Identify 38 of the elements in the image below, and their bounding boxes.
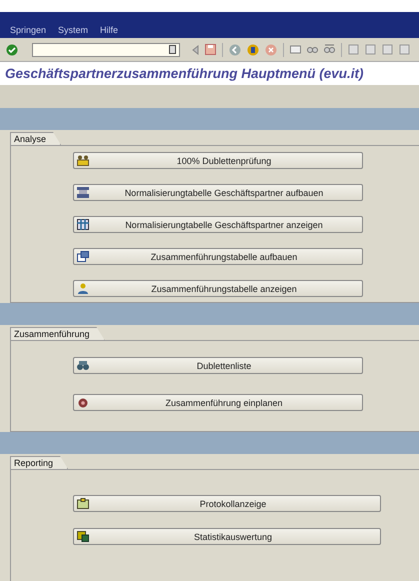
menu-button[interactable]: Normalisierungtabelle Geschäftspartner anzeigen <box>73 216 363 233</box>
command-field[interactable] <box>32 42 180 56</box>
page-icon[interactable] <box>348 44 359 55</box>
people-icon <box>77 155 89 166</box>
back-arrow-icon[interactable] <box>192 44 199 54</box>
find-next-icon[interactable] <box>324 44 335 55</box>
page-icon[interactable] <box>382 44 393 55</box>
back-icon[interactable] <box>229 44 241 56</box>
page-icon[interactable] <box>399 44 410 55</box>
document-icon[interactable] <box>169 45 176 54</box>
menu-item[interactable]: Hilfe <box>100 25 118 35</box>
menu-button[interactable]: Zusammenführung einplanen <box>73 394 363 411</box>
check-icon[interactable] <box>6 44 18 56</box>
menu-button[interactable]: 100% Dublettenprüfung <box>73 152 363 169</box>
save-icon[interactable] <box>205 44 216 55</box>
window-icon <box>77 251 89 262</box>
cancel-icon[interactable] <box>265 44 277 56</box>
menu-button[interactable]: Statistikauswertung <box>73 528 381 545</box>
group-title: Reporting <box>10 456 68 469</box>
menu-button[interactable]: Protokollanzeige <box>73 495 381 512</box>
chart-icon <box>77 531 89 542</box>
print-icon[interactable] <box>290 44 301 55</box>
person-icon <box>77 283 89 294</box>
binoculars-icon <box>77 360 89 371</box>
menu-item[interactable]: Springen <box>10 25 46 35</box>
find-icon[interactable] <box>307 44 318 55</box>
group-title: Zusammenführung <box>10 327 105 340</box>
menu-button[interactable]: Normalisierungtabelle Geschäftspartner aufbauen <box>73 184 363 201</box>
menu-button[interactable]: Zusammenführungstabelle anzeigen <box>73 280 363 297</box>
menu-button[interactable]: Dublettenliste <box>73 357 363 374</box>
menu-button[interactable]: Zusammenführungstabelle aufbauen <box>73 248 363 265</box>
clipboard-icon <box>77 498 89 509</box>
grid-icon <box>77 219 89 230</box>
group-title: Analyse <box>10 132 62 145</box>
menu-item[interactable]: System <box>58 25 88 35</box>
screen-title: Geschäftspartnerzusammenführung Hauptmenü (evu.it) <box>0 62 419 85</box>
page-icon[interactable] <box>365 44 376 55</box>
table-icon <box>77 187 89 198</box>
